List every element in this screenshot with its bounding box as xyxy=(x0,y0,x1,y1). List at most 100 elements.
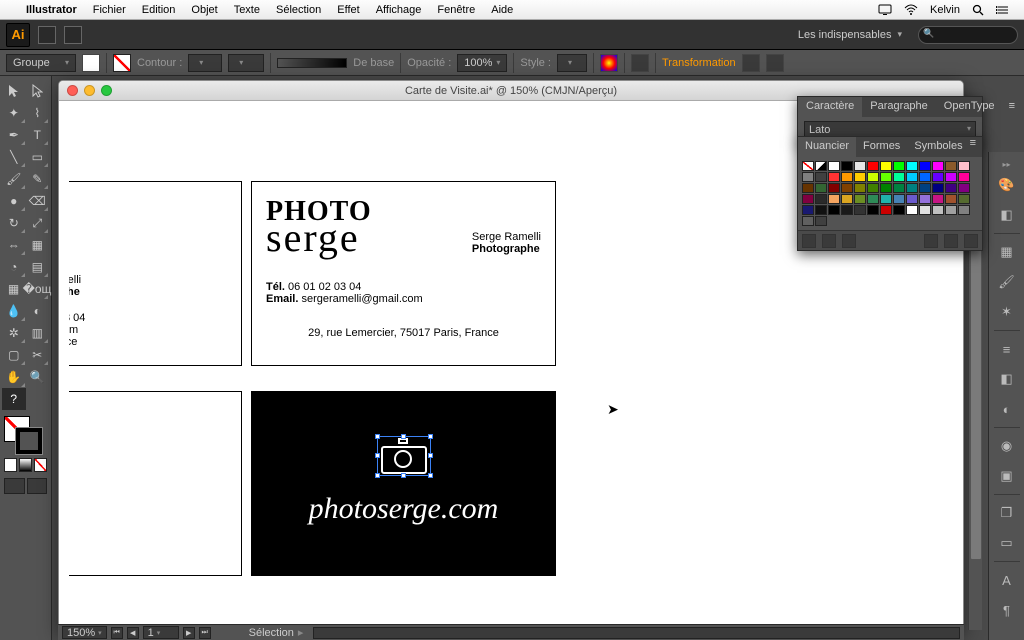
swatch-item[interactable] xyxy=(867,172,879,182)
swatch-item[interactable] xyxy=(815,172,827,182)
app-menu[interactable]: Illustrator xyxy=(18,4,85,16)
magic-wand-tool[interactable]: ✦ xyxy=(2,102,26,124)
swatch-item[interactable] xyxy=(828,172,840,182)
minimize-icon[interactable] xyxy=(84,85,95,96)
business-card-front-partial[interactable]: Serge Ramelli Photographe 06 01 02 03 04… xyxy=(69,181,242,366)
arrange-docs-icon[interactable] xyxy=(64,26,82,44)
workspace-switcher[interactable]: Les indispensables xyxy=(788,29,912,41)
swatch-item[interactable] xyxy=(958,194,970,204)
direct-selection-tool[interactable] xyxy=(26,80,50,102)
swatch-item[interactable] xyxy=(932,183,944,193)
selection-bounding-box[interactable] xyxy=(377,436,431,476)
line-tool[interactable]: ╲ xyxy=(2,146,26,168)
stroke-profile[interactable] xyxy=(228,54,264,72)
gradient-panel-icon[interactable]: ◧ xyxy=(994,366,1020,392)
swatch-item[interactable] xyxy=(906,194,918,204)
menu-aide[interactable]: Aide xyxy=(483,4,521,16)
swatch-item[interactable] xyxy=(828,183,840,193)
swatch-item[interactable] xyxy=(802,205,814,215)
swatch-item[interactable] xyxy=(841,205,853,215)
pencil-tool[interactable]: ✎ xyxy=(26,168,50,190)
swatches-panel-icon[interactable]: ▦ xyxy=(994,239,1020,265)
tab-formes[interactable]: Formes xyxy=(856,137,907,157)
selection-tool[interactable] xyxy=(2,80,26,102)
character-panel-icon[interactable]: A xyxy=(994,567,1020,593)
tab-opentype[interactable]: OpenType xyxy=(936,97,1003,117)
swatch-item[interactable] xyxy=(919,172,931,182)
swatch-item[interactable] xyxy=(841,161,853,171)
bridge-icon[interactable] xyxy=(38,26,56,44)
panel-menu-icon[interactable]: ≡ xyxy=(970,137,976,157)
swatch-options-icon[interactable] xyxy=(842,234,856,248)
business-card-back-partial[interactable] xyxy=(69,391,242,576)
swatch-item[interactable] xyxy=(854,183,866,193)
rotate-tool[interactable]: ↻ xyxy=(2,212,26,234)
selection-type[interactable]: Groupe xyxy=(6,54,76,72)
opacity-input[interactable]: 100% xyxy=(457,54,507,72)
help-search-input[interactable] xyxy=(918,26,1018,44)
screencast-icon[interactable] xyxy=(872,4,898,16)
stroke-panel-icon[interactable]: ≡ xyxy=(994,336,1020,362)
next-artboard-button[interactable]: ▶ xyxy=(183,627,195,639)
new-group-icon[interactable] xyxy=(924,234,938,248)
swatch-item[interactable] xyxy=(893,205,905,215)
menu-effet[interactable]: Effet xyxy=(329,4,367,16)
business-card-front[interactable]: PHOTO serge Serge Ramelli Photographe Té… xyxy=(251,181,556,366)
artboards-panel-icon[interactable]: ▭ xyxy=(994,530,1020,556)
tab-paragraphe[interactable]: Paragraphe xyxy=(862,97,936,117)
swatch-item[interactable] xyxy=(958,161,970,171)
eraser-tool[interactable]: ⌫ xyxy=(26,190,50,212)
swatch-item[interactable] xyxy=(854,194,866,204)
stroke-swatch-icon[interactable] xyxy=(113,54,131,72)
swatch-item[interactable] xyxy=(867,161,879,171)
free-transform-tool[interactable]: ▦ xyxy=(26,234,50,256)
swatch-item[interactable] xyxy=(945,205,957,215)
swatch-item[interactable] xyxy=(841,172,853,182)
new-swatch-icon[interactable] xyxy=(944,234,958,248)
paragraph-panel-icon[interactable]: ¶ xyxy=(994,597,1020,623)
swatch-item[interactable] xyxy=(880,205,892,215)
zoom-tool[interactable]: 🔍 xyxy=(26,366,50,388)
menu-fichier[interactable]: Fichier xyxy=(85,4,134,16)
swatch-item[interactable] xyxy=(945,183,957,193)
zoom-level[interactable]: 150% xyxy=(62,626,107,639)
first-artboard-button[interactable]: ⏮ xyxy=(111,627,123,639)
swatch-item[interactable] xyxy=(880,172,892,182)
swatch-item[interactable] xyxy=(828,205,840,215)
transparency-panel-icon[interactable]: ◐ xyxy=(994,396,1020,422)
transform-icon-1[interactable] xyxy=(742,54,760,72)
swatch-item[interactable] xyxy=(854,205,866,215)
swatch-item[interactable] xyxy=(815,194,827,204)
swatch-item[interactable] xyxy=(815,205,827,215)
swatch-item[interactable] xyxy=(932,161,944,171)
color-guide-panel-icon[interactable]: ◧ xyxy=(994,202,1020,228)
tab-symboles[interactable]: Symboles xyxy=(907,137,969,157)
swatch-item[interactable] xyxy=(945,161,957,171)
swatch-item[interactable] xyxy=(854,161,866,171)
tab-nuancier[interactable]: Nuancier xyxy=(798,137,856,157)
swatch-item[interactable] xyxy=(880,194,892,204)
menu-affichage[interactable]: Affichage xyxy=(368,4,430,16)
fill-stroke-control[interactable] xyxy=(2,416,46,454)
swatches-panel[interactable]: Nuancier Formes Symboles ≡ xyxy=(797,136,983,251)
swatch-item[interactable] xyxy=(906,161,918,171)
slice-tool[interactable]: ✂ xyxy=(26,344,50,366)
color-mode-solid-icon[interactable] xyxy=(4,458,17,472)
swatch-item[interactable] xyxy=(828,161,840,171)
swatch-item[interactable] xyxy=(802,216,814,226)
fill-swatch-icon[interactable] xyxy=(82,54,100,72)
symbol-sprayer-tool[interactable]: ✲ xyxy=(2,322,26,344)
menu-extras-icon[interactable] xyxy=(990,4,1016,16)
swatch-item[interactable] xyxy=(919,183,931,193)
pen-tool[interactable]: ✒ xyxy=(2,124,26,146)
gradient-tool[interactable]: �ощ xyxy=(25,278,49,300)
user-name[interactable]: Kelvin xyxy=(924,4,966,16)
align-icon[interactable] xyxy=(631,54,649,72)
horizontal-scrollbar[interactable] xyxy=(313,627,960,639)
shape-builder-tool[interactable]: ◔ xyxy=(2,256,26,278)
recolor-icon[interactable] xyxy=(600,54,618,72)
drawing-mode-icon[interactable] xyxy=(4,478,25,494)
artboard-number[interactable]: 1 xyxy=(143,626,179,639)
swatch-item[interactable] xyxy=(958,205,970,215)
style-select[interactable] xyxy=(557,54,587,72)
